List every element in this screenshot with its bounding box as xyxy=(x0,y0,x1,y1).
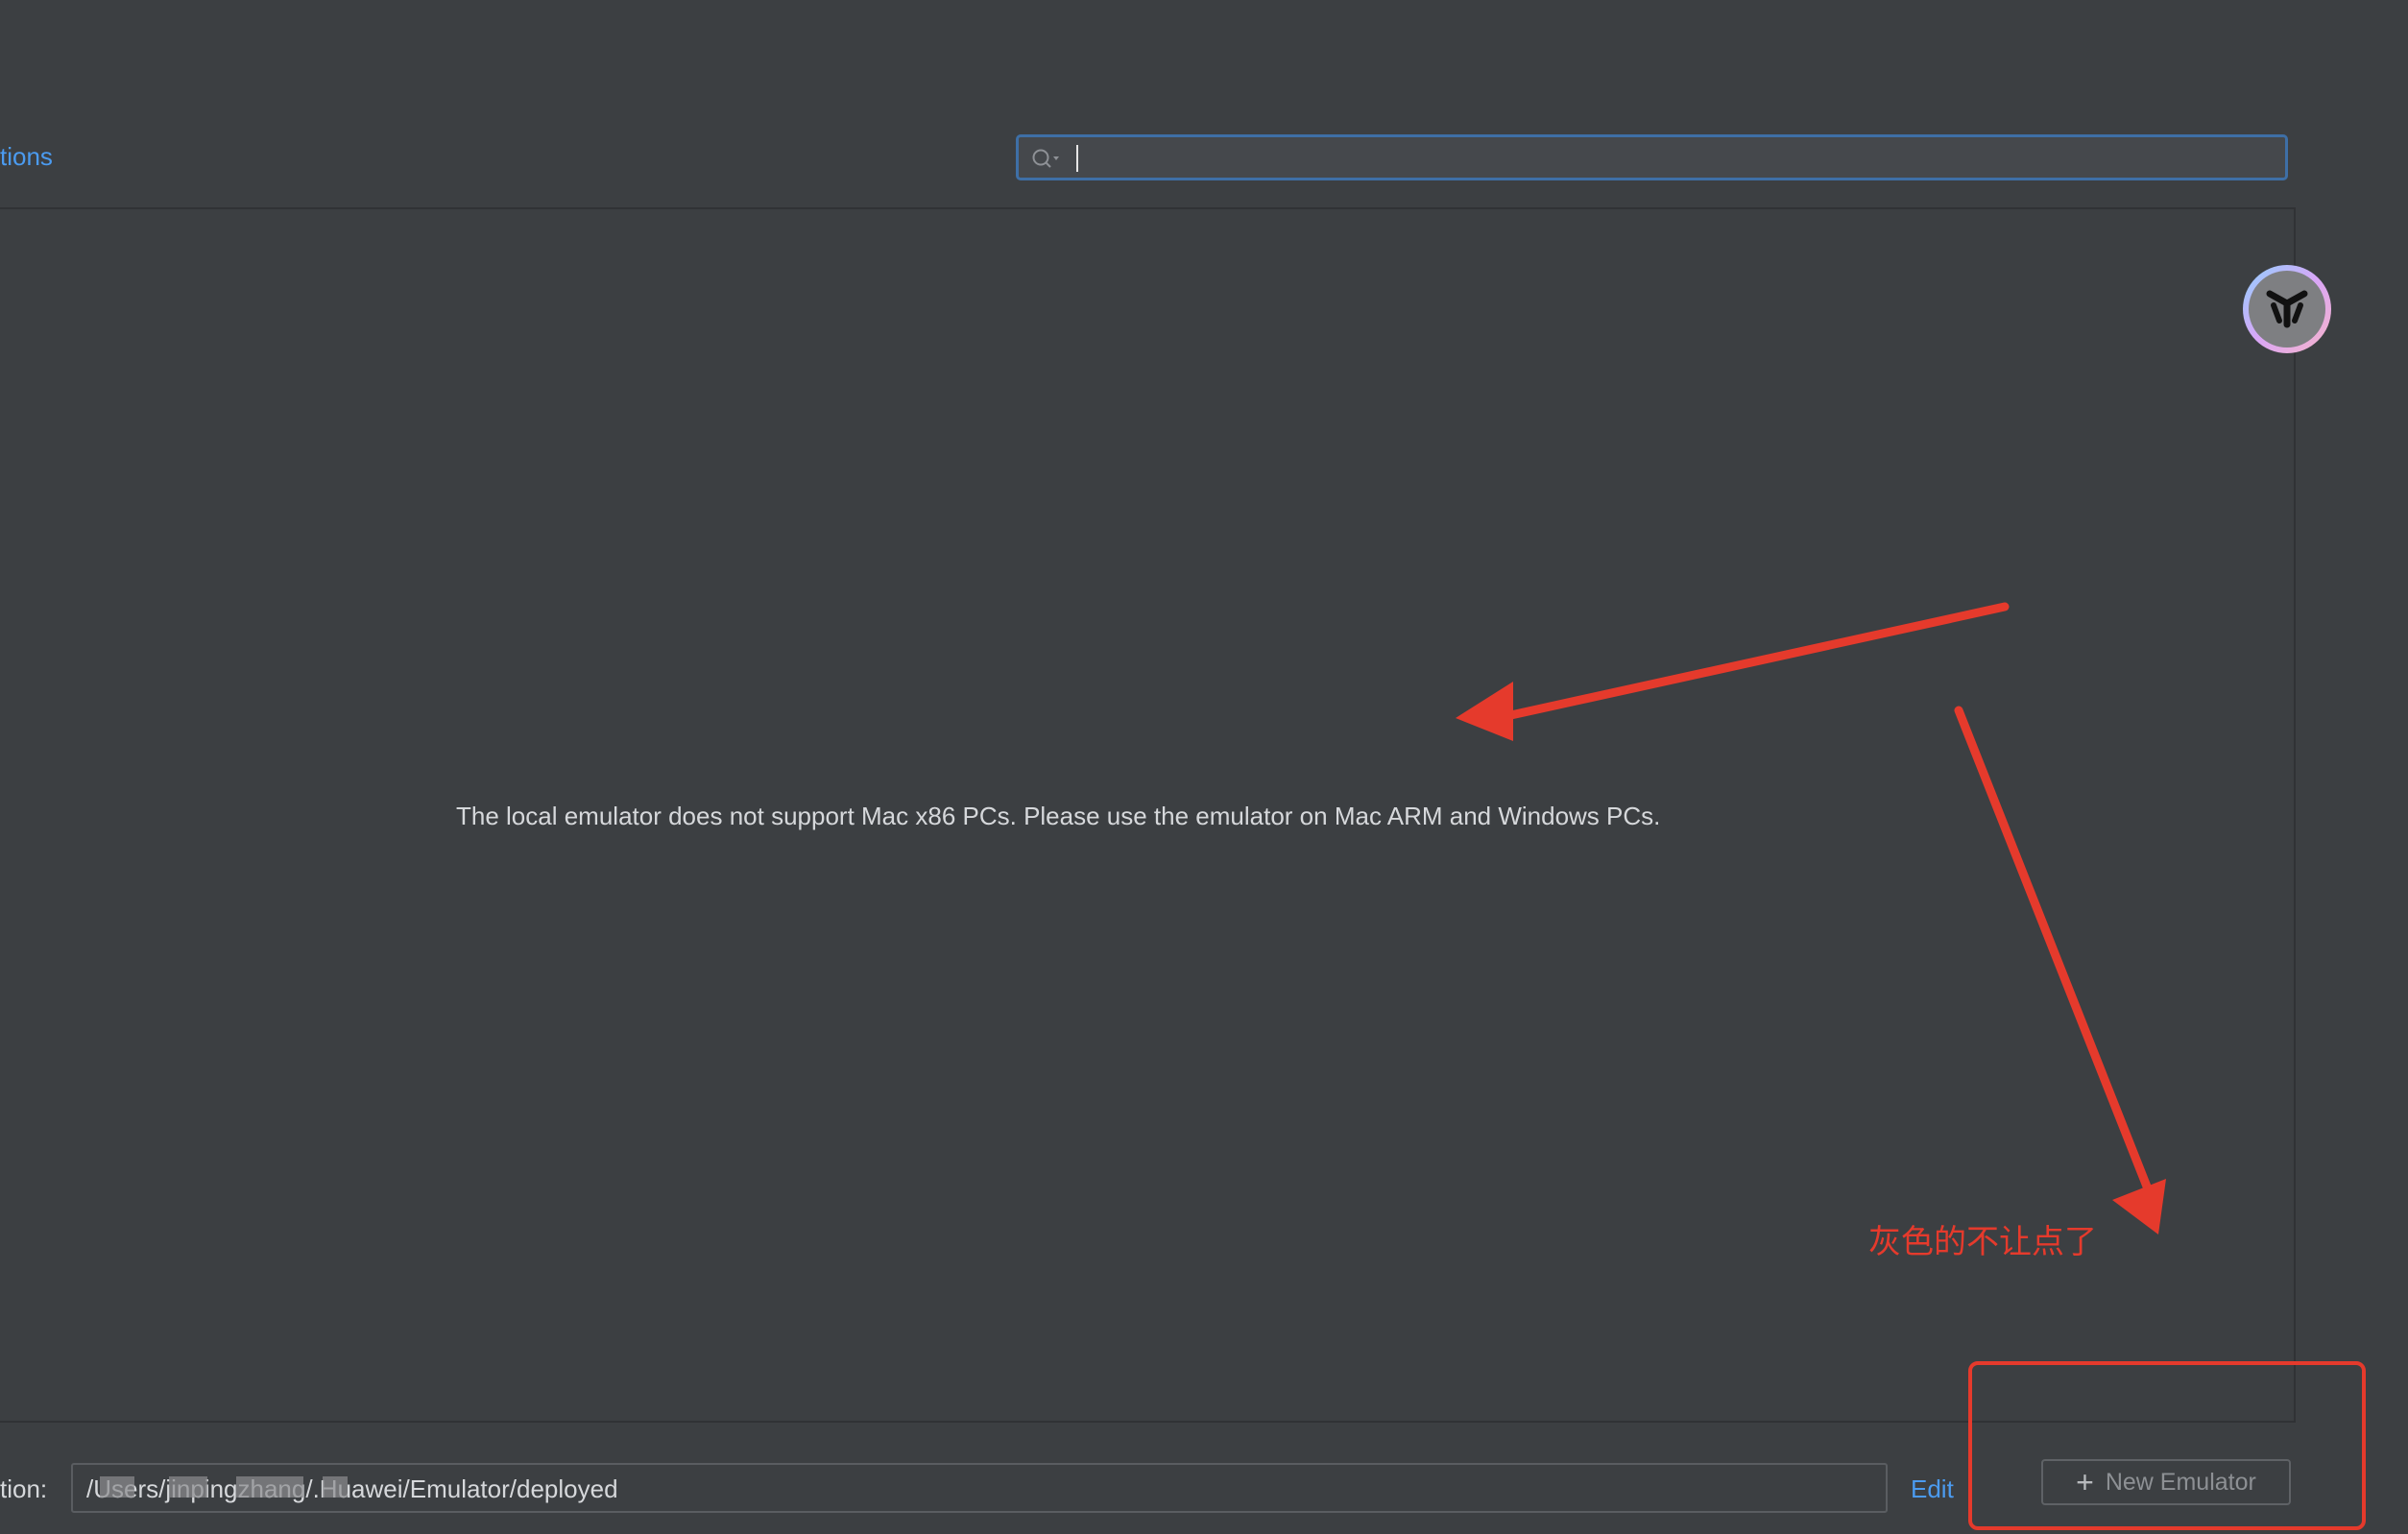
emulator-manager-window: tions The local emulator does not suppor… xyxy=(0,0,2408,1534)
assistant-icon[interactable] xyxy=(2243,265,2331,353)
location-path: /Users/jinpingzhang/.Huawei/Emulator/dep… xyxy=(86,1474,618,1503)
annotation-highlight-box xyxy=(1968,1361,2366,1530)
redaction-block xyxy=(323,1476,348,1498)
annotation-text: 灰色的不让点了 xyxy=(1868,1224,2097,1260)
search-box[interactable] xyxy=(1016,134,2288,180)
search-input[interactable] xyxy=(1074,141,2278,176)
search-icon xyxy=(1032,149,1059,168)
redaction-block xyxy=(236,1476,303,1498)
text-caret xyxy=(1076,145,1078,172)
redaction-block xyxy=(169,1476,207,1498)
assistant-icon-inner xyxy=(2249,271,2325,348)
assistant-glyph-icon xyxy=(2266,290,2308,328)
edit-location-link[interactable]: Edit xyxy=(1911,1474,1954,1504)
location-field[interactable]: /Users/jinpingzhang/.Huawei/Emulator/dep… xyxy=(71,1463,1888,1513)
header-tab-link[interactable]: tions xyxy=(0,142,53,172)
empty-state-message: The local emulator does not support Mac … xyxy=(456,802,1661,830)
location-label: tion: xyxy=(0,1474,48,1503)
redaction-block xyxy=(100,1476,134,1498)
